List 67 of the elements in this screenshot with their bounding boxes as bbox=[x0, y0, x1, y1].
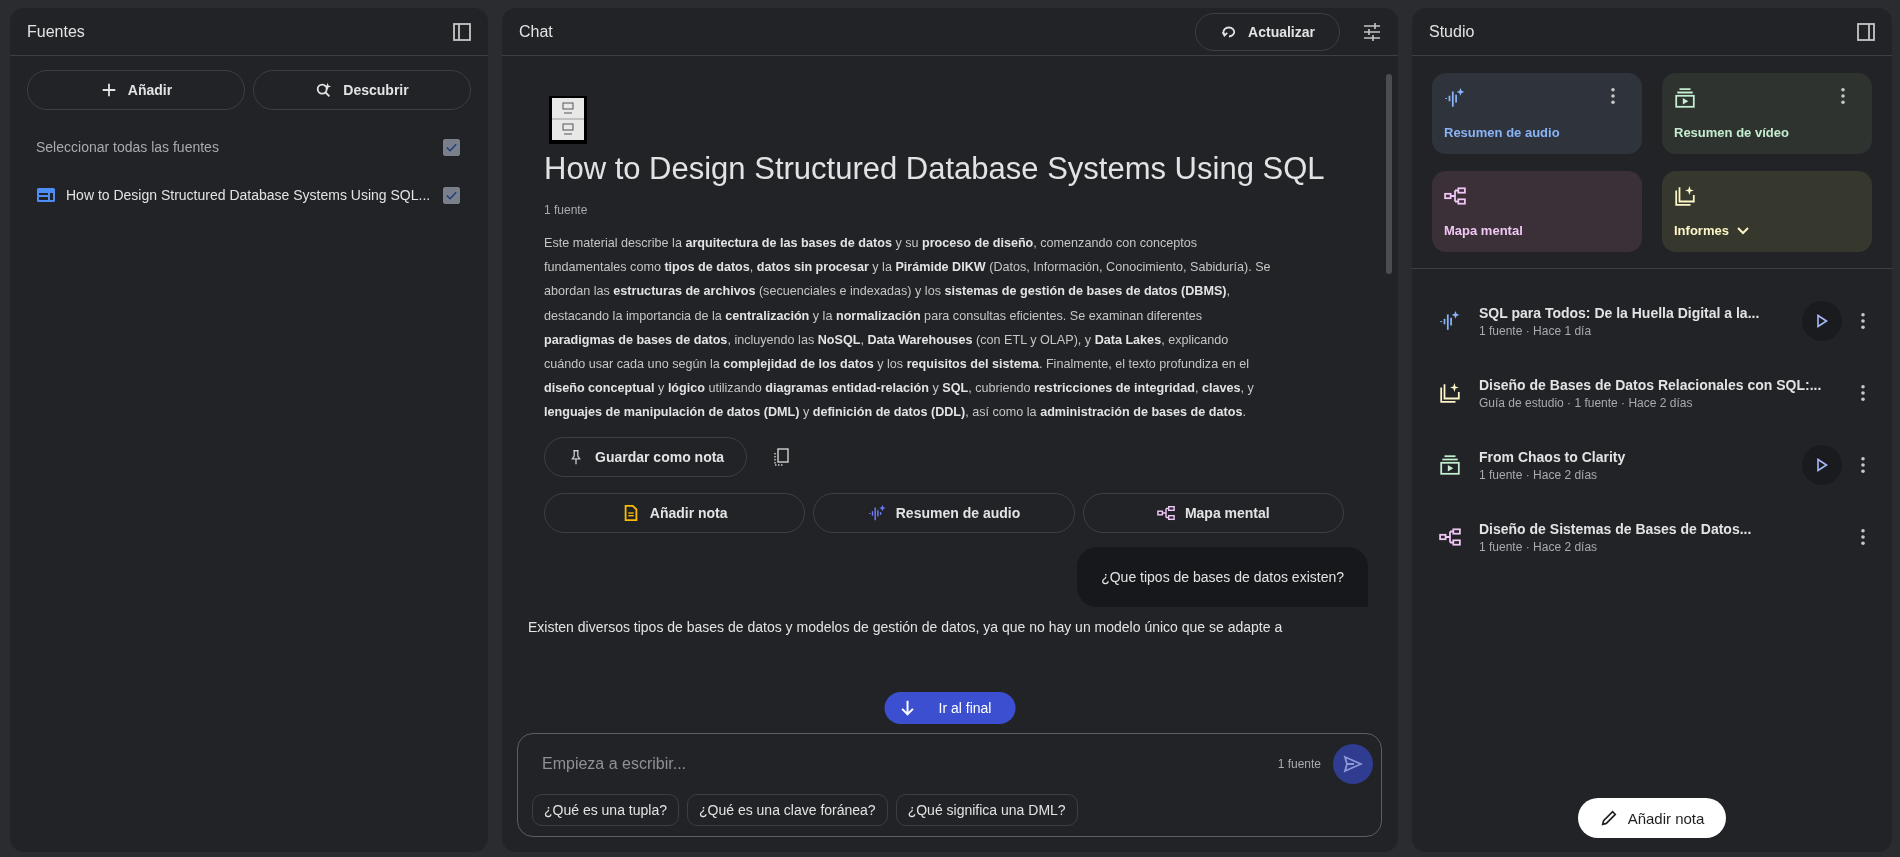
play-button[interactable] bbox=[1802, 301, 1842, 341]
send-button[interactable] bbox=[1333, 744, 1373, 784]
play-icon bbox=[1816, 314, 1828, 328]
more-options-icon[interactable] bbox=[1860, 312, 1866, 330]
more-options-icon[interactable] bbox=[1840, 87, 1846, 105]
suggestion-chip[interactable]: ¿Qué es una clave foránea? bbox=[687, 794, 888, 826]
suggestion-chip[interactable]: ¿Qué significa una DML? bbox=[895, 794, 1078, 826]
more-options-icon[interactable] bbox=[1860, 384, 1866, 402]
report-tool-icon bbox=[1674, 185, 1696, 207]
file-cabinet-icon bbox=[548, 95, 588, 145]
panel-title: Fuentes bbox=[27, 22, 85, 41]
output-meta: Guía de estudio · 1 fuente · Hace 2 días bbox=[1479, 395, 1694, 410]
audio-tool-icon bbox=[1444, 87, 1466, 109]
audio-icon bbox=[1439, 310, 1461, 332]
tile-label: Informes bbox=[1674, 223, 1729, 238]
sidebar-toggle-icon[interactable] bbox=[1856, 21, 1876, 42]
video-icon bbox=[1439, 454, 1461, 476]
sidebar-toggle-icon[interactable] bbox=[452, 21, 472, 42]
more-options-icon[interactable] bbox=[1860, 528, 1866, 546]
user-message: ¿Que tipos de bases de datos existen? bbox=[1077, 546, 1368, 607]
panel-title: Chat bbox=[519, 22, 553, 41]
web-source-icon bbox=[36, 187, 56, 203]
search-sparkle-icon bbox=[315, 81, 334, 99]
panel-title: Studio bbox=[1429, 22, 1475, 41]
mindmap-tool-icon bbox=[1444, 185, 1466, 207]
mindmap-icon bbox=[1156, 503, 1175, 522]
studio-tile[interactable]: Mapa mental bbox=[1432, 171, 1642, 252]
notebook-summary: Este material describe la arquitectura de las bases de datos y su proceso de diseño, comenzando con conceptos fundamentales como tipos de datos, datos sin procesar y la Pirámide DIKW (Datos, Información, Conocimiento, Sabiduría). Se abordan las estructuras de archivos (secuenciales e indexadas) y los sistemas de gestión de bases de datos (DBMS), destacando la importancia de la centralización y la normalización para consultas eficientes. Se examinan diferentes paradigmas de bases de datos, incluyendo las NoSQL, Data Warehouses (con ETL y OLAP), y Data Lakes, explicando cuándo usar cada uno según la complejidad de los datos y los requisitos del sistema. Finalmente, el texto profundiza en el diseño conceptual y lógico utilizando diagramas entidad-relación y SQL, cubriendo restricciones de integridad, claves, y lenguajes de manipulación de datos (DML) y definición de datos (DDL), así como la administración de bases de datos. bbox=[544, 235, 1272, 422]
scroll-to-end-button[interactable]: Ir al final bbox=[884, 692, 1016, 724]
source-count: 1 fuente bbox=[544, 203, 589, 217]
tile-label: Resumen de vídeo bbox=[1674, 125, 1789, 140]
copy-icon[interactable] bbox=[771, 446, 792, 467]
source-count: 1 fuente bbox=[1277, 757, 1321, 771]
output-meta: 1 fuente · Hace 2 días bbox=[1479, 467, 1599, 482]
output-title[interactable]: Diseño de Bases de Datos Relacionales con SQL:... bbox=[1479, 376, 1842, 393]
tile-label: Mapa mental bbox=[1444, 223, 1523, 238]
chevron-down-icon[interactable] bbox=[1736, 226, 1749, 235]
select-all-checkbox[interactable] bbox=[443, 138, 460, 156]
tile-label: Resumen de audio bbox=[1444, 125, 1560, 140]
video-tool-icon bbox=[1674, 87, 1696, 109]
output-title[interactable]: SQL para Todos: De la Huella Digital a la... bbox=[1479, 304, 1790, 321]
send-icon bbox=[1343, 754, 1363, 774]
play-icon bbox=[1816, 458, 1828, 472]
play-button[interactable] bbox=[1802, 445, 1842, 485]
notebook-title: How to Design Structured Database Systems Using SQL bbox=[544, 151, 1326, 187]
select-all-label: Seleccionar todas las fuentes bbox=[36, 139, 220, 155]
chat-input[interactable]: Empieza a escribir... 1 fuente ¿Qué es una tupla? ¿Qué es una clave foránea? ¿Qué significa una DML? bbox=[517, 733, 1382, 837]
source-title[interactable]: How to Design Structured Database Systems Using SQL... bbox=[66, 187, 433, 203]
studio-tile[interactable]: Resumen de audio bbox=[1432, 73, 1642, 154]
report-icon bbox=[1439, 382, 1461, 404]
answer-text: Existen diversos tipos de bases de datos y modelos de gestión de datos, ya que no hay un modelo único que se adapte a bbox=[528, 618, 1284, 635]
audio-wave-icon bbox=[867, 503, 886, 522]
output-meta: 1 fuente · Hace 2 días bbox=[1479, 539, 1599, 554]
settings-icon[interactable] bbox=[1362, 21, 1382, 42]
mindmap-icon bbox=[1439, 526, 1461, 548]
pencil-icon bbox=[1599, 809, 1618, 827]
more-options-icon[interactable] bbox=[1860, 456, 1866, 474]
output-meta: 1 fuente · Hace 1 día bbox=[1479, 323, 1593, 338]
scrollbar[interactable] bbox=[1386, 74, 1392, 274]
output-title[interactable]: From Chaos to Clarity bbox=[1479, 448, 1790, 465]
add-note-button[interactable]: Añadir nota bbox=[1577, 798, 1727, 838]
studio-tile[interactable]: Informes bbox=[1662, 171, 1872, 252]
more-options-icon[interactable] bbox=[1610, 87, 1616, 105]
source-checkbox[interactable] bbox=[443, 186, 460, 204]
studio-tile[interactable]: Resumen de vídeo bbox=[1662, 73, 1872, 154]
suggestion-chip[interactable]: ¿Qué es una tupla? bbox=[532, 794, 679, 826]
output-title[interactable]: Diseño de Sistemas de Bases de Datos... bbox=[1479, 520, 1842, 537]
